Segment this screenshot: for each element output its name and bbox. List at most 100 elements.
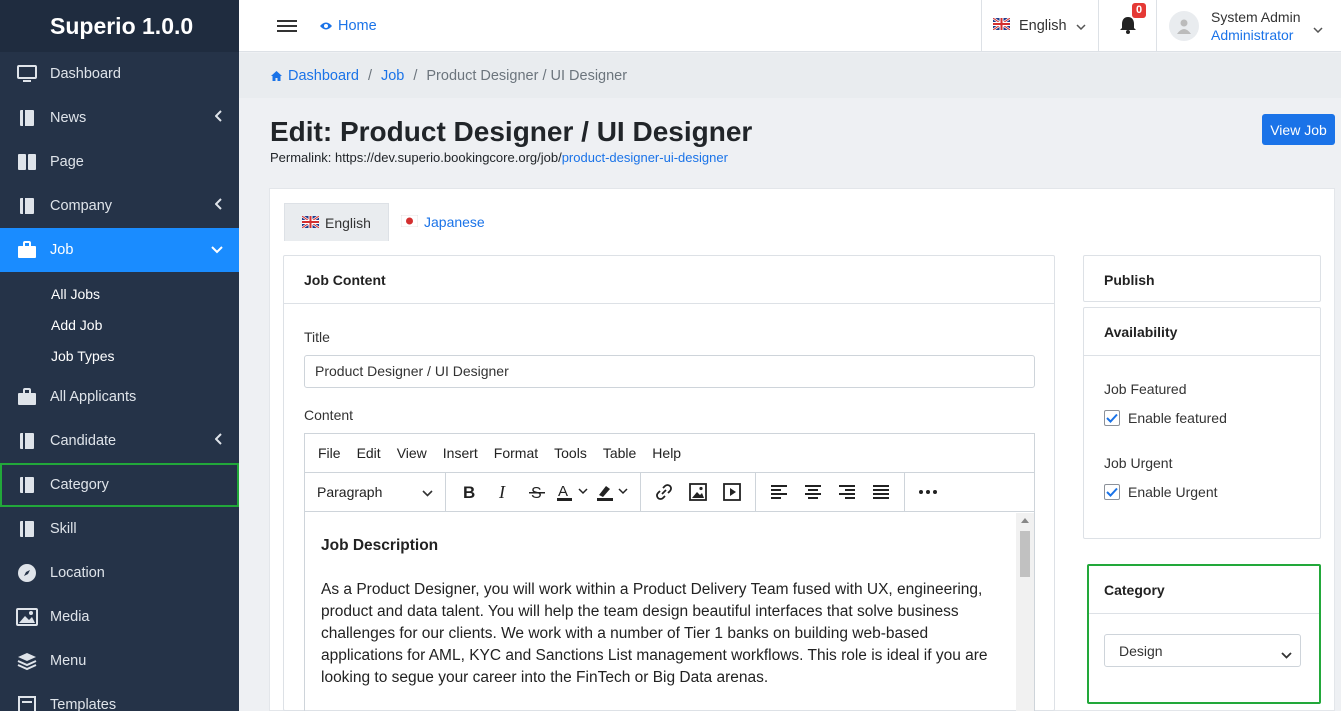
sidebar-item-skill[interactable]: Skill: [0, 507, 239, 551]
chevron-down-icon: [211, 242, 223, 258]
sidebar-item-location[interactable]: Location: [0, 551, 239, 595]
language-dropdown[interactable]: English: [981, 0, 1098, 52]
user-menu[interactable]: System Admin Administrator: [1156, 0, 1341, 52]
breadcrumb-current: Product Designer / UI Designer: [426, 67, 628, 84]
scroll-thumb[interactable]: [1020, 531, 1030, 577]
book-icon: [16, 519, 38, 539]
block-format-select[interactable]: Paragraph: [311, 484, 439, 500]
category-card: Category Design: [1087, 564, 1321, 704]
menu-format[interactable]: Format: [494, 445, 538, 461]
checkbox-checked-icon[interactable]: [1104, 484, 1120, 500]
job-urgent-label: Job Urgent: [1104, 455, 1173, 471]
page-title: Edit: Product Designer / UI Designer: [270, 116, 753, 147]
category-select[interactable]: Design: [1104, 634, 1301, 667]
chevron-left-icon: [214, 110, 223, 126]
permalink-slug-link[interactable]: product-designer-ui-designer: [562, 150, 728, 165]
strikethrough-icon[interactable]: S: [520, 478, 554, 506]
align-justify-icon[interactable]: [864, 478, 898, 506]
title-input[interactable]: Product Designer / UI Designer: [304, 355, 1035, 388]
sidebar-item-label: Page: [50, 154, 84, 170]
image-icon: [16, 607, 38, 627]
menu-help[interactable]: Help: [652, 445, 681, 461]
more-icon[interactable]: [911, 478, 945, 506]
avatar: [1169, 11, 1199, 41]
align-left-icon[interactable]: [762, 478, 796, 506]
content-label: Content: [304, 407, 354, 423]
sidebar-item-page[interactable]: Page: [0, 140, 239, 184]
image-icon[interactable]: [681, 478, 715, 506]
checkbox-checked-icon[interactable]: [1104, 410, 1120, 426]
sidebar-item-job[interactable]: Job: [0, 228, 239, 272]
job-featured-label: Job Featured: [1104, 381, 1187, 397]
eye-icon: [320, 22, 332, 29]
sidebar-item-company[interactable]: Company: [0, 184, 239, 228]
topbar: Home English 0 System Admin Administrato…: [239, 0, 1341, 52]
breadcrumb-separator: /: [413, 67, 418, 84]
breadcrumb-dashboard[interactable]: Dashboard: [270, 68, 359, 84]
book-icon: [16, 475, 38, 495]
link-icon[interactable]: [647, 478, 681, 506]
sidebar-item-news[interactable]: News: [0, 96, 239, 140]
category-selected-value: Design: [1119, 642, 1163, 659]
sidebar-item-label: All Applicants: [50, 389, 137, 405]
enable-urgent-checkbox[interactable]: Enable Urgent: [1104, 484, 1218, 500]
bold-icon[interactable]: B: [452, 478, 486, 506]
scroll-up-icon[interactable]: [1021, 518, 1029, 523]
sidebar-subitem-add-job[interactable]: Add Job: [0, 309, 239, 340]
breadcrumb-job[interactable]: Job: [381, 68, 404, 84]
menu-tools[interactable]: Tools: [554, 445, 587, 461]
sidebar-subitem-all-jobs[interactable]: All Jobs: [0, 278, 239, 309]
highlight-color-icon[interactable]: [594, 478, 634, 506]
book-icon: [16, 196, 38, 216]
notifications-button[interactable]: 0: [1098, 0, 1156, 52]
monitor-icon: [16, 64, 38, 84]
sidebar-item-label: Candidate: [50, 433, 117, 449]
media-icon[interactable]: [715, 478, 749, 506]
sidebar-item-templates[interactable]: Templates: [0, 683, 239, 711]
menu-view[interactable]: View: [397, 445, 427, 461]
menu-edit[interactable]: Edit: [357, 445, 381, 461]
japan-flag-icon: [400, 214, 419, 230]
template-icon: [16, 695, 38, 711]
user-role: Administrator: [1211, 27, 1294, 43]
menu-insert[interactable]: Insert: [443, 445, 478, 461]
sidebar-item-label: News: [50, 110, 87, 126]
sidebar-item-media[interactable]: Media: [0, 595, 239, 639]
sidebar-item-label: Company: [50, 198, 113, 214]
italic-icon[interactable]: I: [486, 478, 520, 506]
menu-file[interactable]: File: [318, 445, 341, 461]
notification-badge: 0: [1132, 3, 1147, 18]
menu-table[interactable]: Table: [603, 445, 636, 461]
availability-card: Availability Job Featured Enable feature…: [1083, 307, 1321, 539]
rich-text-editor[interactable]: File Edit View Insert Format Tools Table…: [304, 433, 1035, 711]
editor-content[interactable]: Job Description As a Product Designer, y…: [305, 513, 1016, 711]
tab-japanese[interactable]: Japanese: [384, 203, 502, 241]
view-job-button[interactable]: View Job: [1262, 114, 1335, 145]
sidebar-item-dashboard[interactable]: Dashboard: [0, 52, 239, 96]
enable-featured-checkbox[interactable]: Enable featured: [1104, 410, 1227, 426]
sidebar-item-menu[interactable]: Menu: [0, 639, 239, 683]
card-header[interactable]: Publish: [1084, 256, 1320, 303]
sidebar-item-all-applicants[interactable]: All Applicants: [0, 375, 239, 419]
svg-text:I: I: [498, 484, 506, 500]
uk-flag-icon: [301, 214, 320, 231]
home-icon: [271, 70, 282, 81]
pages-icon: [16, 152, 38, 172]
card-header: Availability: [1084, 308, 1320, 356]
home-link[interactable]: Home: [319, 18, 377, 34]
chevron-down-icon: [1313, 20, 1323, 36]
sidebar-item-candidate[interactable]: Candidate: [0, 419, 239, 463]
chevron-left-icon: [214, 433, 223, 449]
svg-text:A: A: [558, 483, 568, 500]
editor-scrollbar[interactable]: [1016, 513, 1034, 711]
align-right-icon[interactable]: [830, 478, 864, 506]
book-icon: [16, 431, 38, 451]
text-color-icon[interactable]: A: [554, 478, 594, 506]
brand-title[interactable]: Superio 1.0.0: [0, 0, 239, 52]
sidebar-subitem-job-types[interactable]: Job Types: [0, 340, 239, 371]
tab-label: Japanese: [424, 214, 485, 230]
tab-english[interactable]: English: [284, 203, 389, 241]
align-center-icon[interactable]: [796, 478, 830, 506]
sidebar-item-category[interactable]: Category: [0, 463, 239, 507]
hamburger-menu-icon[interactable]: [277, 17, 297, 35]
